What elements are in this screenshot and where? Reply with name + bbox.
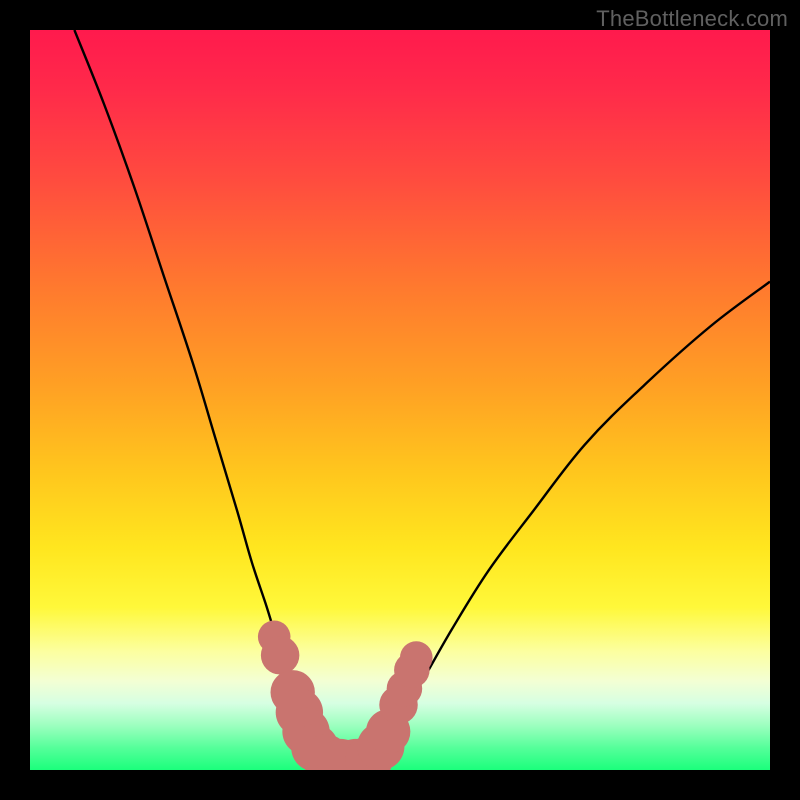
curve-right-branch	[370, 282, 770, 759]
curve-left-branch	[74, 30, 348, 761]
data-marker	[400, 641, 433, 674]
data-marker	[261, 636, 299, 674]
outer-frame: TheBottleneck.com	[0, 0, 800, 800]
watermark-text: TheBottleneck.com	[596, 6, 788, 32]
plot-area	[30, 30, 770, 770]
curve-layer	[30, 30, 770, 770]
marker-layer	[258, 621, 433, 770]
